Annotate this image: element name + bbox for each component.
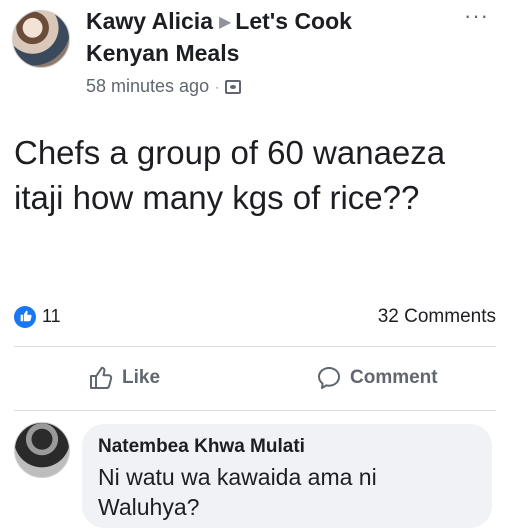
divider <box>14 410 496 411</box>
comment-item: Natembea Khwa Mulati Ni watu wa kawaida … <box>0 420 511 530</box>
comment-icon <box>318 367 340 389</box>
arrow-right-icon: ▶ <box>218 14 232 31</box>
group-privacy-icon <box>225 79 242 94</box>
like-button[interactable]: Like <box>88 365 160 391</box>
comment-label: Comment <box>350 367 438 388</box>
like-reaction-icon[interactable] <box>14 306 36 328</box>
post-text: Chefs a group of 60 wanaeza itaji how ma… <box>14 134 446 216</box>
author-avatar[interactable] <box>12 10 70 68</box>
thumbs-up-icon <box>90 366 113 389</box>
post-stats: 11 32 Comments <box>14 304 496 334</box>
divider <box>14 346 496 347</box>
separator: · <box>215 79 220 94</box>
post-meta: 58 minutes ago · <box>86 76 242 97</box>
more-options-button[interactable]: ··· <box>464 5 489 27</box>
comment-button[interactable]: Comment <box>316 365 438 391</box>
post-actions: Like Comment <box>0 355 511 405</box>
comment-bubble: Natembea Khwa Mulati Ni watu wa kawaida … <box>82 424 492 528</box>
author-name[interactable]: Kawy Alicia <box>86 8 213 34</box>
post-title: Kawy Alicia ▶ Let's Cook Kenyan Meals <box>86 6 416 68</box>
comment-text: Ni watu wa kawaida ama ni Waluhya? <box>98 464 377 520</box>
like-label: Like <box>122 367 161 388</box>
post-timestamp[interactable]: 58 minutes ago <box>86 76 209 97</box>
like-count[interactable]: 11 <box>42 306 61 327</box>
comment-count[interactable]: 32 Comments <box>378 306 496 328</box>
commenter-name[interactable]: Natembea Khwa Mulati <box>98 434 476 460</box>
commenter-avatar[interactable] <box>14 422 70 478</box>
post-header: Kawy Alicia ▶ Let's Cook Kenyan Meals 58 m… <box>0 0 511 110</box>
